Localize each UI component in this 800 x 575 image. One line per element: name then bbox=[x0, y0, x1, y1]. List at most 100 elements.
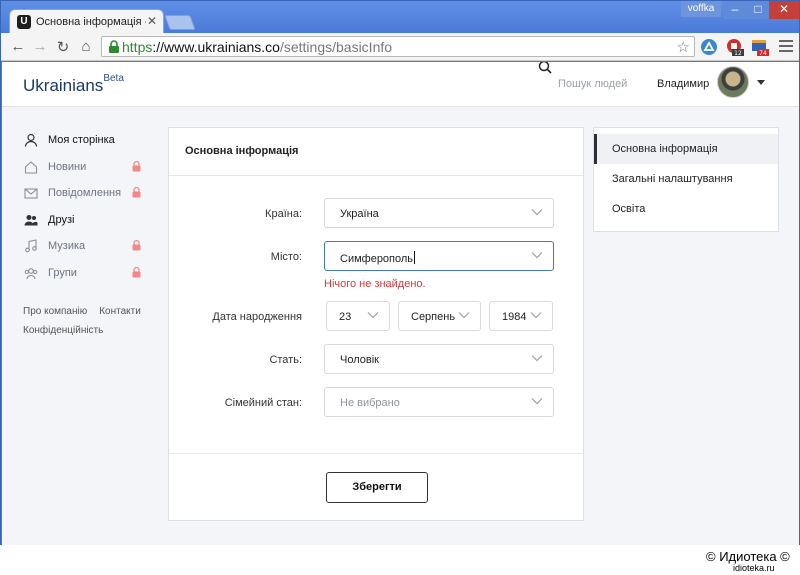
search-icon[interactable] bbox=[538, 62, 552, 74]
chevron-down-icon bbox=[458, 312, 470, 319]
forward-arrow-icon[interactable]: → bbox=[31, 38, 49, 55]
city-error-message: Нічого не знайдено. bbox=[324, 278, 426, 290]
music-note-icon bbox=[25, 239, 37, 253]
birth-year-value: 1984 bbox=[502, 311, 527, 323]
menu-item-label: Основна інформація bbox=[612, 143, 718, 155]
tab-general-settings[interactable]: Загальні налаштування bbox=[594, 164, 778, 194]
birth-year-select[interactable]: 1984 bbox=[489, 301, 553, 331]
about-link[interactable]: Про компанію bbox=[23, 306, 87, 317]
sidebar-item-news[interactable]: Новини bbox=[22, 159, 152, 186]
browser-toolbar: ← → ↻ ⌂ https://www.ukrainians.co/settin… bbox=[1, 33, 799, 61]
site-favicon-icon: U bbox=[17, 15, 31, 29]
country-select[interactable]: Україна bbox=[324, 198, 554, 228]
tab-title: Основна інформація - Ukrai bbox=[36, 16, 146, 28]
profile-badge[interactable]: voffka bbox=[681, 1, 721, 17]
chevron-down-icon bbox=[367, 312, 379, 319]
window-close-button[interactable]: ✕ bbox=[769, 1, 799, 19]
marital-status-label: Сімейний стан: bbox=[224, 397, 302, 409]
city-input[interactable]: Симферополь bbox=[324, 241, 554, 271]
sidebar: Моя сторінка Новини Повідомлення Друзі М… bbox=[22, 132, 152, 291]
sidebar-item-label: Повідомлення bbox=[48, 187, 122, 199]
watermark-text: © Идиотека © bbox=[706, 549, 790, 564]
birth-day-value: 23 bbox=[339, 311, 352, 323]
chevron-down-icon bbox=[531, 209, 543, 216]
home-outline-icon bbox=[24, 160, 38, 174]
minimize-button[interactable]: – bbox=[723, 1, 747, 19]
settings-menu: Основна інформація Загальні налаштування… bbox=[593, 127, 779, 232]
new-tab-button[interactable] bbox=[164, 15, 196, 30]
birthdate-label: Дата народження bbox=[212, 311, 302, 323]
home-icon[interactable]: ⌂ bbox=[77, 38, 95, 55]
beta-label: Beta bbox=[103, 73, 124, 85]
birth-month-select[interactable]: Серпень bbox=[398, 301, 481, 331]
bookmark-star-icon[interactable]: ☆ bbox=[677, 38, 690, 56]
contacts-link[interactable]: Контакти bbox=[99, 306, 141, 317]
sidebar-item-label: Друзі bbox=[48, 213, 75, 226]
user-name[interactable]: Владимир bbox=[657, 78, 709, 90]
people-search-input[interactable]: Пошук людей bbox=[558, 78, 627, 90]
chevron-down-icon[interactable] bbox=[757, 80, 765, 85]
gender-select[interactable]: Чоловік bbox=[324, 344, 554, 374]
reload-icon[interactable]: ↻ bbox=[54, 38, 72, 56]
menu-item-label: Загальні налаштування bbox=[612, 173, 733, 185]
privacy-link[interactable]: Конфіденційність bbox=[23, 325, 103, 336]
form-title: Основна інформація bbox=[185, 145, 299, 157]
sidebar-item-groups[interactable]: Групи bbox=[22, 265, 152, 292]
text-cursor bbox=[414, 251, 416, 264]
tab-basic-info[interactable]: Основна інформація bbox=[594, 134, 778, 164]
chevron-down-icon bbox=[531, 252, 543, 259]
back-arrow-icon[interactable]: ← bbox=[9, 38, 27, 55]
sidebar-item-messages[interactable]: Повідомлення bbox=[22, 185, 152, 212]
lock-icon bbox=[132, 160, 141, 171]
country-value: Україна bbox=[340, 208, 379, 220]
friends-icon bbox=[24, 214, 38, 225]
lock-icon bbox=[109, 40, 119, 53]
title-bar: U Основна інформація - Ukrai ✕ voffka – … bbox=[1, 1, 799, 34]
extension-triangle-icon[interactable] bbox=[700, 38, 718, 56]
marital-status-value: Не вибрано bbox=[340, 397, 400, 409]
marital-status-select[interactable]: Не вибрано bbox=[324, 387, 554, 417]
browser-tab[interactable]: U Основна інформація - Ukrai ✕ bbox=[9, 9, 164, 34]
sidebar-item-label: Моя сторінка bbox=[48, 134, 115, 146]
extension-mail-icon[interactable]: 74 bbox=[751, 38, 769, 56]
avatar[interactable] bbox=[717, 66, 749, 98]
divider bbox=[169, 175, 583, 176]
birth-day-select[interactable]: 23 bbox=[326, 301, 390, 331]
page-viewport: UkrainiansBeta Пошук людей Владимир Моя … bbox=[2, 62, 799, 545]
sidebar-item-label: Музика bbox=[48, 240, 86, 252]
divider bbox=[169, 453, 583, 454]
svg-text:74: 74 bbox=[759, 50, 767, 56]
maximize-button[interactable]: □ bbox=[747, 1, 769, 19]
city-label: Місто: bbox=[270, 251, 302, 263]
site-header: UkrainiansBeta Пошук людей Владимир bbox=[2, 62, 799, 107]
sidebar-item-music[interactable]: Музика bbox=[22, 238, 152, 265]
lock-icon bbox=[132, 266, 141, 277]
tab-close-icon[interactable]: ✕ bbox=[147, 14, 157, 28]
tab-education[interactable]: Освіта bbox=[594, 194, 778, 224]
site-logo[interactable]: UkrainiansBeta bbox=[23, 73, 124, 96]
envelope-icon bbox=[24, 188, 38, 199]
save-button[interactable]: Зберегти bbox=[326, 472, 428, 503]
lock-icon bbox=[132, 240, 141, 251]
svg-text:12: 12 bbox=[734, 50, 742, 56]
chevron-down-icon bbox=[531, 398, 543, 405]
browser-menu-icon[interactable] bbox=[779, 40, 793, 55]
chevron-down-icon bbox=[531, 355, 543, 362]
gender-value: Чоловік bbox=[340, 354, 379, 366]
sidebar-item-friends[interactable]: Друзі bbox=[22, 212, 152, 239]
groups-icon bbox=[24, 267, 38, 279]
watermark-url: idioteka.ru bbox=[733, 563, 775, 573]
address-bar[interactable]: https://www.ukrainians.co/settings/basic… bbox=[101, 36, 695, 57]
sidebar-item-label: Групи bbox=[48, 266, 77, 279]
sidebar-footer-links: Про компанію Контакти Конфіденційність bbox=[23, 302, 163, 340]
basic-info-form-card: Основна інформація Країна: Україна Місто… bbox=[168, 127, 584, 521]
url-text: https://www.ukrainians.co/settings/basic… bbox=[122, 39, 393, 55]
extension-adblock-icon[interactable]: 12 bbox=[726, 38, 744, 56]
lock-icon bbox=[132, 187, 141, 198]
sidebar-item-my-page[interactable]: Моя сторінка bbox=[22, 132, 152, 159]
menu-item-label: Освіта bbox=[612, 203, 646, 215]
browser-window: U Основна інформація - Ukrai ✕ voffka – … bbox=[0, 0, 800, 545]
gender-label: Стать: bbox=[269, 354, 302, 366]
chevron-down-icon bbox=[530, 312, 542, 319]
user-icon bbox=[24, 133, 38, 147]
